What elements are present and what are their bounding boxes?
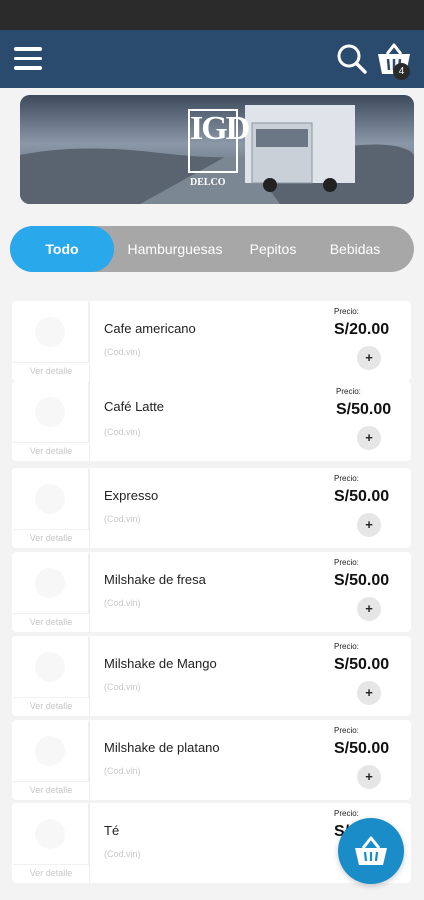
product-name: Té: [104, 823, 120, 838]
price-label: Precio:: [336, 387, 361, 396]
product-card[interactable]: Ver detalle Cafe americano (Cod.vin) Pre…: [12, 301, 411, 381]
hamburger-menu-icon[interactable]: [14, 47, 42, 71]
product-price: S/50.00: [334, 656, 390, 673]
brand-logo-text: DELCO: [190, 177, 226, 188]
product-image: [13, 553, 89, 614]
tab-hamburguesas[interactable]: Hamburguesas: [120, 226, 230, 272]
price-label: Precio:: [334, 726, 359, 735]
view-detail-link[interactable]: Ver detalle: [12, 530, 90, 547]
app-bar: [0, 30, 424, 88]
product-card[interactable]: Ver detalle Milshake de platano (Cod.vin…: [12, 720, 411, 800]
promo-banner: IGD DELCO: [20, 95, 414, 204]
product-price: S/50.00: [334, 740, 390, 757]
product-code: (Cod.vin): [104, 849, 141, 859]
product-image: [13, 637, 89, 698]
product-code: (Cod.vin): [104, 514, 141, 524]
product-card[interactable]: Ver detalle Café Latte (Cod.vin) Precio:…: [12, 381, 411, 461]
add-to-cart-button[interactable]: +: [357, 597, 381, 621]
product-name: Expresso: [104, 488, 159, 503]
tab-bebidas[interactable]: Bebidas: [320, 226, 390, 272]
product-image: [13, 804, 89, 865]
product-image: [13, 721, 89, 782]
add-to-cart-button[interactable]: +: [357, 426, 381, 450]
status-bar: [0, 0, 424, 30]
shopping-basket-icon: [355, 836, 387, 865]
product-image: [13, 382, 89, 443]
product-image: [13, 302, 89, 363]
product-name: Milshake de fresa: [104, 572, 206, 587]
tab-pepitos[interactable]: Pepitos: [242, 226, 304, 272]
product-image: [13, 469, 89, 530]
view-detail-link[interactable]: Ver detalle: [12, 443, 90, 460]
search-icon[interactable]: [336, 43, 368, 75]
product-code: (Cod.vin): [104, 598, 141, 608]
price-label: Precio:: [334, 642, 359, 651]
price-label: Precio:: [334, 474, 359, 483]
price-label: Precio:: [334, 558, 359, 567]
view-detail-link[interactable]: Ver detalle: [12, 698, 90, 715]
product-name: Cafe americano: [104, 321, 196, 336]
product-name: Café Latte: [104, 399, 164, 414]
product-name: Milshake de platano: [104, 740, 220, 755]
brand-logo: IGD: [190, 110, 250, 147]
category-tabs: Todo Hamburguesas Pepitos Bebidas: [10, 226, 414, 272]
view-detail-link[interactable]: Ver detalle: [12, 782, 90, 799]
tab-todo[interactable]: Todo: [10, 226, 114, 272]
product-price: S/20.00: [334, 321, 390, 338]
product-code: (Cod.vin): [104, 347, 141, 357]
view-detail-link[interactable]: Ver detalle: [12, 865, 90, 882]
add-to-cart-button[interactable]: +: [357, 681, 381, 705]
add-to-cart-button[interactable]: +: [357, 346, 381, 370]
price-label: Precio:: [334, 809, 359, 818]
add-to-cart-button[interactable]: +: [357, 765, 381, 789]
floating-cart-button[interactable]: [338, 818, 404, 884]
view-detail-link[interactable]: Ver detalle: [12, 363, 90, 380]
product-card[interactable]: Ver detalle Milshake de Mango (Cod.vin) …: [12, 636, 411, 716]
product-code: (Cod.vin): [104, 682, 141, 692]
price-label: Precio:: [334, 307, 359, 316]
product-code: (Cod.vin): [104, 766, 141, 776]
view-detail-link[interactable]: Ver detalle: [12, 614, 90, 631]
cart-count-badge: 4: [393, 63, 410, 80]
product-code: (Cod.vin): [104, 427, 141, 437]
product-card[interactable]: Ver detalle Milshake de fresa (Cod.vin) …: [12, 552, 411, 632]
product-card[interactable]: Ver detalle Expresso (Cod.vin) Precio: S…: [12, 468, 411, 548]
product-price: S/50.00: [334, 488, 390, 505]
product-name: Milshake de Mango: [104, 656, 217, 671]
add-to-cart-button[interactable]: +: [357, 513, 381, 537]
product-price: S/50.00: [336, 401, 392, 418]
product-price: S/50.00: [334, 572, 390, 589]
